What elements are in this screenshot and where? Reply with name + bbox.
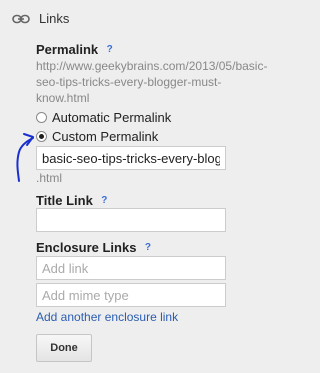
enclosure-link-input[interactable]: [36, 256, 226, 280]
custom-permalink-input[interactable]: [36, 146, 226, 170]
enclosure-links-help-icon[interactable]: ?: [142, 242, 153, 253]
permalink-suffix: .html: [36, 171, 63, 185]
enclosure-mime-input[interactable]: [36, 283, 226, 307]
permalink-label-text: Permalink: [36, 42, 99, 57]
automatic-permalink-option[interactable]: Automatic Permalink: [36, 110, 171, 125]
link-icon: [12, 13, 30, 25]
enclosure-links-label-text: Enclosure Links: [36, 240, 137, 255]
permalink-url: http://www.geekybrains.com/2013/05/basic…: [36, 59, 268, 105]
title-link-label-text: Title Link: [36, 193, 93, 208]
title-link-input[interactable]: [36, 208, 226, 232]
links-title: Links: [39, 11, 70, 26]
enclosure-links-label: Enclosure Links ?: [36, 240, 153, 255]
title-link-help-icon[interactable]: ?: [99, 195, 110, 206]
custom-permalink-radio[interactable]: [36, 131, 47, 142]
automatic-permalink-label: Automatic Permalink: [52, 110, 172, 125]
custom-permalink-label: Custom Permalink: [52, 129, 159, 144]
title-link-label: Title Link ?: [36, 193, 110, 208]
add-enclosure-link[interactable]: Add another enclosure link: [36, 310, 178, 324]
links-panel: Links Permalink ? http://www.geekybrains…: [0, 0, 268, 373]
custom-permalink-option[interactable]: Custom Permalink: [36, 129, 158, 144]
permalink-help-icon[interactable]: ?: [104, 44, 115, 55]
links-header: Links: [12, 11, 69, 26]
permalink-label: Permalink ?: [36, 42, 115, 57]
automatic-permalink-radio[interactable]: [36, 112, 47, 123]
done-button[interactable]: Done: [36, 334, 92, 362]
